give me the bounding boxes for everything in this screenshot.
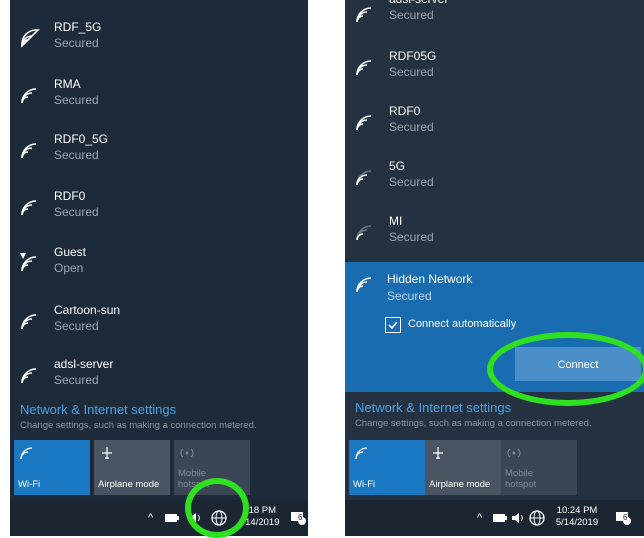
wifi-icon (21, 314, 37, 330)
wifi-icon (356, 7, 372, 23)
mobile-hotspot-tile[interactable]: Mobile hotspot (501, 440, 577, 495)
network-name: 5G (389, 159, 406, 173)
wifi-icon (355, 447, 368, 460)
clock[interactable]: 10:24 PM 5/14/2019 (549, 505, 605, 529)
network-item-rma[interactable]: RMA Secured (10, 75, 308, 125)
network-name: MI (389, 214, 403, 228)
tile-label: Mobile (505, 468, 533, 479)
connect-highlight-ring (487, 332, 644, 406)
network-status: Secured (54, 36, 99, 50)
hotspot-icon (180, 448, 194, 458)
network-name: RDF0 (389, 104, 421, 118)
network-name: RDF0_5G (54, 132, 109, 146)
wifi-icon (21, 200, 37, 216)
network-item-adsl-server-partial[interactable]: adsl-server Secured (345, 0, 644, 44)
network-flyout-right: adsl-server Secured RDF05G Secured RDF0 … (345, 0, 644, 536)
network-name: adsl-server (389, 0, 448, 6)
network-settings-link[interactable]: Network & Internet settings (355, 400, 511, 415)
network-name: adsl-server (54, 357, 114, 371)
wifi-icon (356, 60, 372, 76)
tile-label: Mobile (178, 468, 206, 479)
airplane-icon (102, 447, 112, 459)
network-item-mi[interactable]: MI Secured (345, 212, 644, 262)
network-settings-desc: Change settings, such as making a connec… (355, 418, 592, 429)
network-item-adsl-server[interactable]: adsl-server Secured (10, 355, 308, 405)
network-item-rdf0[interactable]: RDF0 Secured (345, 102, 644, 152)
network-status: Secured (54, 373, 99, 387)
network-name: Guest (54, 245, 87, 259)
network-status: Secured (387, 289, 432, 303)
checkmark-icon (388, 321, 398, 330)
network-status: Secured (54, 93, 99, 107)
wifi-icon (21, 368, 37, 384)
wifi-open-warning-icon (20, 253, 37, 272)
globe-icon[interactable] (529, 510, 545, 526)
network-status: Secured (389, 65, 434, 79)
battery-icon[interactable] (493, 513, 507, 523)
wifi-icon (356, 115, 372, 131)
network-status: Secured (389, 230, 434, 244)
airplane-mode-tile[interactable]: Airplane mode (425, 440, 501, 495)
network-status: Secured (54, 205, 99, 219)
network-name: RMA (54, 77, 81, 91)
notification-count: 6 (623, 513, 628, 522)
network-status: Secured (54, 148, 99, 162)
connect-automatically-checkbox[interactable] (385, 317, 401, 333)
network-name: RDF_5G (54, 20, 102, 34)
chevron-up-icon[interactable]: ^ (477, 512, 482, 524)
network-name: RDF05G (389, 49, 437, 63)
network-item-rdf05g[interactable]: RDF05G Secured (345, 47, 644, 97)
network-status: Secured (389, 8, 434, 22)
taskbar: ^ :18 PM /14/2019 6 (10, 500, 308, 536)
network-status: Secured (389, 120, 434, 134)
notification-count: 6 (298, 513, 303, 522)
network-item-guest[interactable]: Guest Open (10, 243, 308, 293)
network-name: Cartoon-sun (54, 303, 121, 317)
wifi-icon (21, 88, 37, 104)
clock-date: 5/14/2019 (555, 517, 599, 528)
wifi-icon (356, 277, 372, 293)
tile-label: hotspot (505, 479, 537, 490)
tile-label: Airplane mode (429, 479, 491, 490)
network-item-cartoon-sun[interactable]: Cartoon-sun Secured (10, 301, 308, 351)
tile-label: Airplane mode (98, 479, 160, 490)
network-flyout-left: RDF_5G Secured RMA Secured RDF0_5G Secur… (10, 0, 308, 536)
clock-time: 10:24 PM (556, 505, 598, 516)
connect-automatically-label: Connect automatically (408, 318, 517, 330)
network-settings-desc: Change settings, such as making a connec… (20, 420, 257, 431)
network-item-rdf0[interactable]: RDF0 Secured (10, 187, 308, 237)
wifi-icon (21, 29, 40, 48)
network-name: RDF0 (54, 189, 86, 203)
network-status: Secured (389, 175, 434, 189)
chevron-up-icon[interactable]: ^ (148, 512, 153, 524)
wifi-tile[interactable]: Wi-Fi (14, 440, 90, 495)
wifi-weak-icon (356, 170, 372, 186)
network-status: Open (54, 261, 84, 275)
taskbar: ^ 10:24 PM 5/14/2019 6 (345, 500, 644, 536)
wifi-icon (21, 143, 37, 159)
volume-icon[interactable] (511, 511, 525, 525)
wifi-weak-icon (356, 225, 372, 241)
tile-label: Wi-Fi (18, 479, 41, 490)
network-settings-link[interactable]: Network & Internet settings (20, 402, 176, 417)
airplane-icon (433, 447, 443, 459)
network-item-rdf0-5g[interactable]: RDF0_5G Secured (10, 130, 308, 180)
airplane-mode-tile[interactable]: Airplane mode (94, 440, 170, 495)
network-name: Hidden Network (387, 272, 473, 286)
network-item-5g[interactable]: 5G Secured (345, 157, 644, 207)
globe-highlight-ring (185, 478, 249, 538)
wifi-tile[interactable]: Wi-Fi (349, 440, 425, 495)
tile-label: Wi-Fi (353, 479, 376, 490)
hotspot-icon (507, 448, 521, 458)
wifi-icon (20, 447, 33, 460)
network-status: Secured (54, 319, 99, 333)
battery-icon[interactable] (165, 513, 179, 523)
network-item-rdf-5g[interactable]: RDF_5G Secured (10, 18, 308, 68)
